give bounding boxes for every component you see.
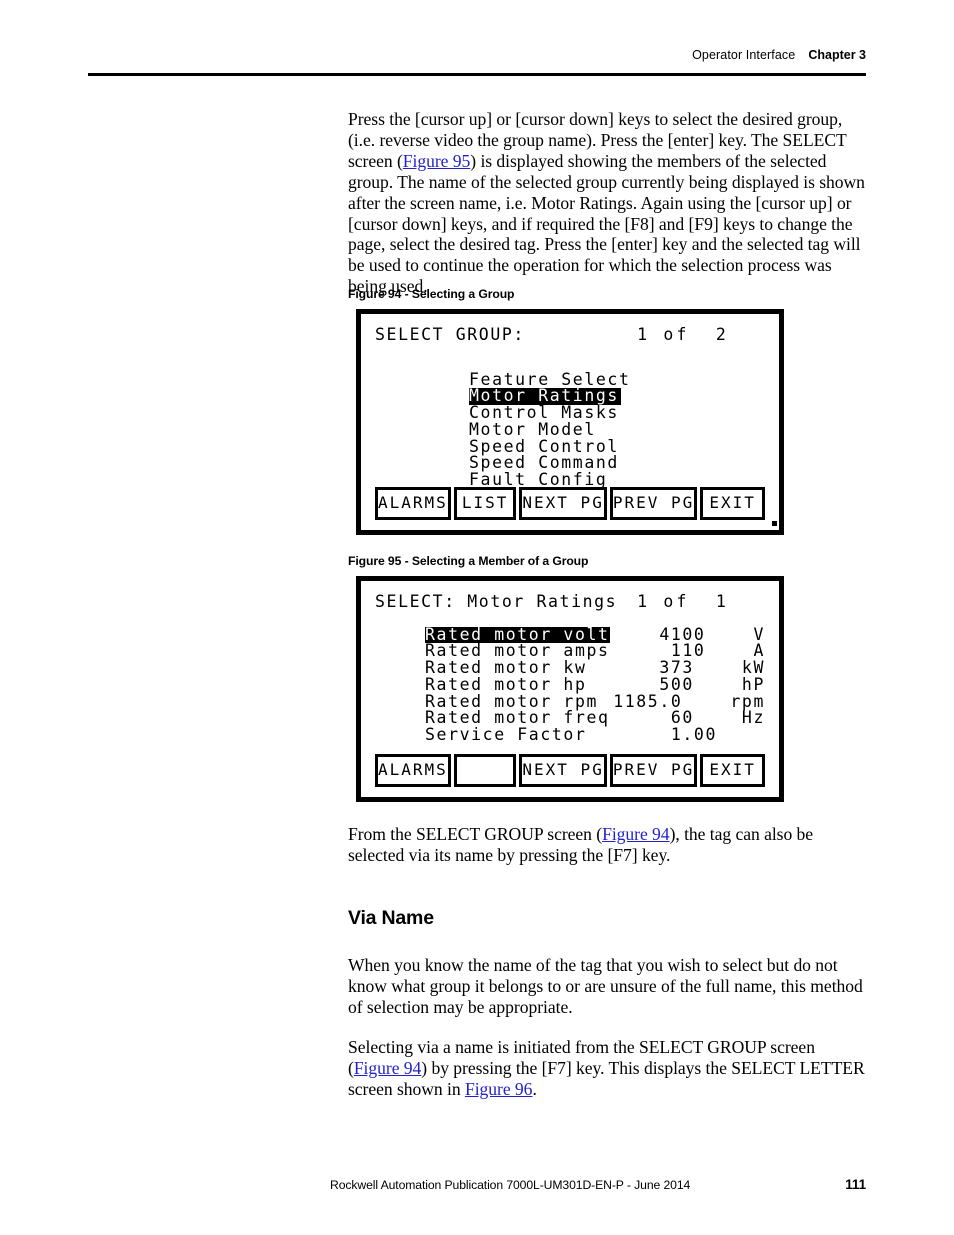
figure-95-parameter-list[interactable]: Rated motor volt 4100 V Rated motor amps… — [375, 626, 765, 745]
figure-95-lcd-screen: SELECT: Motor Ratings 1 of 1 Rated motor… — [356, 576, 784, 802]
after-figs-text-part1: From the SELECT GROUP screen ( — [348, 824, 603, 844]
xref-figure-94-second[interactable]: Figure 94 — [354, 1058, 422, 1078]
xref-figure-95[interactable]: Figure 95 — [403, 151, 471, 171]
section-heading-via-name: Via Name — [348, 907, 434, 929]
header-chapter-label: Chapter 3 — [808, 48, 866, 62]
softkey-list[interactable]: LIST — [453, 487, 517, 520]
figure-95-screen-title: SELECT: Motor Ratings — [375, 592, 618, 611]
figure-95-caption: Figure 95 - Selecting a Member of a Grou… — [348, 554, 589, 568]
figure-95-softkey-bar: ALARMS NEXT PG PREV PG EXIT — [375, 754, 765, 787]
xref-figure-94[interactable]: Figure 94 — [602, 824, 670, 844]
figure-95-lcd-inner: SELECT: Motor Ratings 1 of 1 Rated motor… — [361, 581, 779, 797]
intro-paragraph: Press the [cursor up] or [cursor down] k… — [348, 109, 868, 297]
figure-95-block: Figure 95 - Selecting a Member of a Grou… — [348, 554, 868, 568]
figure-94-header-row: SELECT GROUP: 1 of 2 — [375, 326, 765, 344]
softkey-next-pg[interactable]: NEXT PG — [519, 487, 607, 520]
intro-paragraph-block: Press the [cursor up] or [cursor down] k… — [348, 109, 868, 297]
figure-94-block: Figure 94 - Selecting a Group — [348, 287, 868, 301]
figure-94-lcd-screen: SELECT GROUP: 1 of 2 Feature Select Moto… — [356, 309, 784, 535]
softkey-alarms[interactable]: ALARMS — [375, 754, 451, 787]
footer-publication-text: Rockwell Automation Publication 7000L-UM… — [330, 1178, 691, 1192]
running-header: Operator Interface Chapter 3 — [88, 48, 866, 62]
xref-figure-96[interactable]: Figure 96 — [465, 1079, 533, 1099]
via-name-p2-part3: . — [532, 1078, 537, 1099]
via-name-p2-part2: ) by pressing the [F7] key. This display… — [348, 1057, 865, 1099]
param-value-rated-motor-rpm: 1185.0 — [613, 691, 683, 711]
param-name-service-factor[interactable]: Service Factor — [425, 726, 593, 744]
softkey-prev-pg[interactable]: PREV PG — [609, 754, 698, 787]
via-name-heading-block: Via Name — [348, 907, 868, 930]
after-figures-paragraph-block: From the SELECT GROUP screen (Figure 94)… — [348, 824, 868, 866]
page-footer: Rockwell Automation Publication 7000L-UM… — [330, 1177, 866, 1192]
figure-94-page-indicator: 1 of 2 — [637, 325, 729, 344]
header-divider-rule — [88, 73, 866, 76]
softkey-prev-pg[interactable]: PREV PG — [609, 487, 698, 520]
softkey-exit[interactable]: EXIT — [700, 754, 765, 787]
via-name-paragraph: When you know the name of the tag that y… — [348, 955, 863, 1017]
figure-94-softkey-bar: ALARMS LIST NEXT PG PREV PG EXIT — [375, 487, 765, 520]
via-name-paragraph-block: When you know the name of the tag that y… — [348, 955, 868, 1018]
intro-text-part2: ) is displayed showing the members of th… — [348, 150, 865, 297]
parameter-row[interactable]: Service Factor 1.00 — [425, 725, 765, 745]
after-figures-paragraph: From the SELECT GROUP screen (Figure 94)… — [348, 824, 868, 866]
via-name-paragraph-2-block: Selecting via a name is initiated from t… — [348, 1037, 868, 1100]
figure-95-page-indicator: 1 of 1 — [637, 592, 729, 611]
softkey-next-pg[interactable]: NEXT PG — [519, 754, 607, 787]
param-value-service-factor: 1.00 — [670, 725, 717, 745]
figure-94-caption: Figure 94 - Selecting a Group — [348, 287, 515, 301]
softkey-exit[interactable]: EXIT — [700, 487, 765, 520]
footer-page-number: 111 — [845, 1177, 866, 1192]
softkey-blank[interactable] — [453, 754, 517, 787]
header-section-title: Operator Interface — [692, 48, 796, 62]
figure-94-stray-mark — [772, 521, 777, 526]
figure-95-header-row: SELECT: Motor Ratings 1 of 1 — [375, 593, 765, 611]
via-name-paragraph-2: Selecting via a name is initiated from t… — [348, 1037, 868, 1100]
figure-94-screen-title: SELECT GROUP: — [375, 325, 525, 344]
figure-94-lcd-inner: SELECT GROUP: 1 of 2 Feature Select Moto… — [361, 314, 779, 530]
softkey-alarms[interactable]: ALARMS — [375, 487, 451, 520]
figure-94-group-menu[interactable]: Feature Select Motor Ratings Control Mas… — [375, 371, 765, 506]
